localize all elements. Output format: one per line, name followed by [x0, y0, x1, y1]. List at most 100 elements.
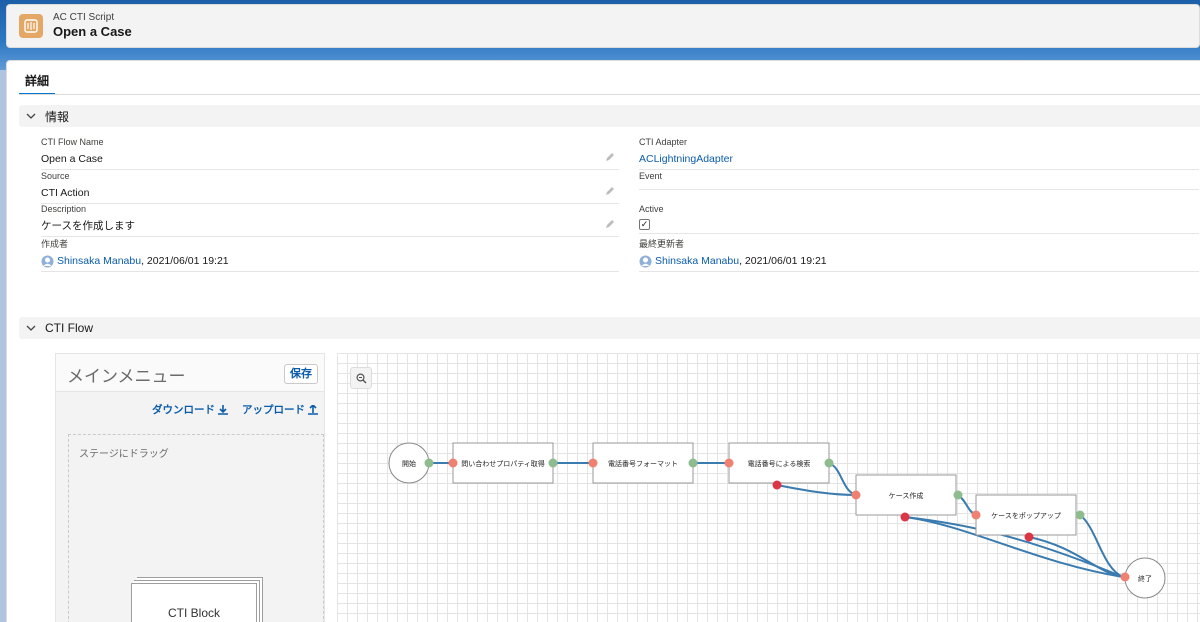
download-button[interactable]: ダウンロード — [152, 402, 228, 417]
drag-hint: ステージにドラッグ — [79, 449, 169, 460]
in-port — [1120, 572, 1130, 582]
in-port — [971, 510, 981, 520]
node-label: ケースをポップアップ — [991, 512, 1061, 520]
flow-node-end: 終了 — [1120, 557, 1166, 599]
error-port — [772, 480, 782, 490]
modified-date: , 2021/06/01 19:21 — [739, 255, 827, 267]
section-title-info: 情報 — [45, 109, 70, 124]
field-divider — [639, 233, 1199, 234]
in-port — [588, 458, 598, 468]
node-label: 終了 — [1138, 574, 1152, 583]
field-modified-by: 最終更新者 Shinsaka Manabu , 2021/06/01 19:21 — [639, 239, 1199, 272]
node-label: 電話番号による検索 — [748, 459, 811, 468]
palette-header: メインメニュー 保存 — [56, 354, 324, 392]
node-label: 問い合わせプロパティ取得 — [461, 459, 545, 468]
wire — [828, 462, 857, 496]
wire — [776, 484, 857, 496]
flow-node-popup: ケースをポップアップ — [971, 494, 1085, 542]
field-divider — [41, 169, 619, 170]
out-port — [424, 458, 434, 468]
in-port — [448, 458, 458, 468]
field-event: Event — [639, 171, 1199, 190]
field-divider — [41, 271, 619, 272]
chevron-down-icon — [26, 325, 36, 331]
node-label: ケース作成 — [889, 491, 924, 500]
edit-pencil-icon[interactable] — [605, 186, 615, 196]
zoom-button[interactable] — [350, 367, 372, 389]
flow-stage[interactable]: 開始 問い合わせプロパティ取得 電話番号フォーマット 電話番号による検索 ケース… — [337, 353, 1200, 622]
node-label: 開始 — [402, 459, 416, 468]
field-label: Source — [41, 171, 70, 181]
in-port — [724, 458, 734, 468]
drag-to-stage-area: ステージにドラッグ CTI Block — [68, 434, 324, 622]
section-title-cti-flow: CTI Flow — [45, 321, 93, 335]
node-label: 電話番号フォーマット — [608, 459, 678, 468]
section-header-cti-flow[interactable]: CTI Flow — [19, 317, 1200, 339]
field-value: CTI Action — [41, 187, 90, 199]
in-port — [851, 490, 861, 500]
palette-title: メインメニュー — [67, 367, 186, 386]
field-label: CTI Adapter — [639, 137, 688, 147]
field-divider — [639, 169, 1199, 170]
field-description: Description ケースを作成します — [41, 204, 619, 237]
error-port — [1024, 532, 1034, 542]
upload-button[interactable]: アップロード — [242, 402, 318, 417]
error-port — [900, 512, 910, 522]
cti-block-label: CTI Block — [167, 606, 220, 620]
download-icon — [218, 404, 228, 415]
zoom-icon — [355, 372, 366, 383]
download-label: ダウンロード — [152, 404, 215, 416]
field-value: ケースを作成します — [41, 220, 135, 232]
out-port — [953, 490, 963, 500]
flow-node-create: ケース作成 — [851, 474, 963, 522]
chevron-down-icon — [26, 113, 36, 119]
field-value: Shinsaka Manabu , 2021/06/01 19:21 — [41, 254, 619, 268]
tab-details[interactable]: 詳細 — [19, 73, 56, 95]
out-port — [1075, 510, 1085, 520]
flow-node-search: 電話番号による検索 — [724, 442, 834, 490]
field-label: Description — [41, 204, 87, 214]
field-divider — [639, 271, 1199, 272]
user-avatar-icon — [41, 255, 54, 267]
tab-bar: 詳細 — [19, 73, 56, 95]
cti-block-template[interactable]: CTI Block — [131, 583, 257, 622]
active-checkbox: ✓ — [639, 219, 650, 230]
block-palette: メインメニュー 保存 ダウンロード アップロード ステージにドラッグ CTI B… — [55, 353, 325, 622]
flow-node-format: 電話番号フォーマット — [588, 442, 698, 484]
flow-diagram: 開始 問い合わせプロパティ取得 電話番号フォーマット 電話番号による検索 ケース… — [388, 442, 1166, 599]
created-date: , 2021/06/01 19:21 — [141, 255, 229, 267]
out-port — [824, 458, 834, 468]
record-title: Open a Case — [53, 24, 132, 39]
download-upload-row: ダウンロード アップロード — [152, 402, 318, 417]
object-type-label: AC CTI Script — [53, 12, 115, 23]
adapter-link[interactable]: ACLightningAdapter — [639, 152, 1199, 166]
section-header-info[interactable]: 情報 — [19, 105, 1200, 127]
record-header: AC CTI Script Open a Case — [6, 4, 1200, 48]
field-label: 最終更新者 — [639, 239, 685, 249]
field-source: Source CTI Action — [41, 171, 619, 204]
script-object-icon — [19, 14, 43, 38]
modified-by-user-link[interactable]: Shinsaka Manabu — [655, 254, 739, 268]
tab-divider — [19, 94, 1200, 95]
field-label: Event — [639, 171, 663, 181]
field-divider — [639, 189, 1199, 190]
out-port — [688, 458, 698, 468]
created-by-user-link[interactable]: Shinsaka Manabu — [57, 254, 141, 268]
flow-node-start: 開始 — [388, 442, 434, 484]
field-value: Open a Case — [41, 153, 103, 165]
field-label: CTI Flow Name — [41, 137, 104, 147]
upload-label: アップロード — [242, 404, 305, 416]
field-value: Shinsaka Manabu , 2021/06/01 19:21 — [639, 254, 1199, 268]
edit-pencil-icon[interactable] — [605, 152, 615, 162]
field-created-by: 作成者 Shinsaka Manabu , 2021/06/01 19:21 — [41, 239, 619, 272]
field-divider — [41, 236, 619, 237]
edit-pencil-icon[interactable] — [605, 219, 615, 229]
upload-icon — [308, 404, 318, 415]
record-detail-card: 詳細 情報 CTI Flow Name Open a Case Source C… — [6, 60, 1200, 622]
field-label: 作成者 — [41, 239, 69, 249]
out-port — [548, 458, 558, 468]
flow-node-props: 問い合わせプロパティ取得 — [448, 442, 558, 484]
field-flow-name: CTI Flow Name Open a Case — [41, 137, 619, 170]
field-label: Active — [639, 204, 664, 214]
save-button[interactable]: 保存 — [284, 364, 318, 384]
